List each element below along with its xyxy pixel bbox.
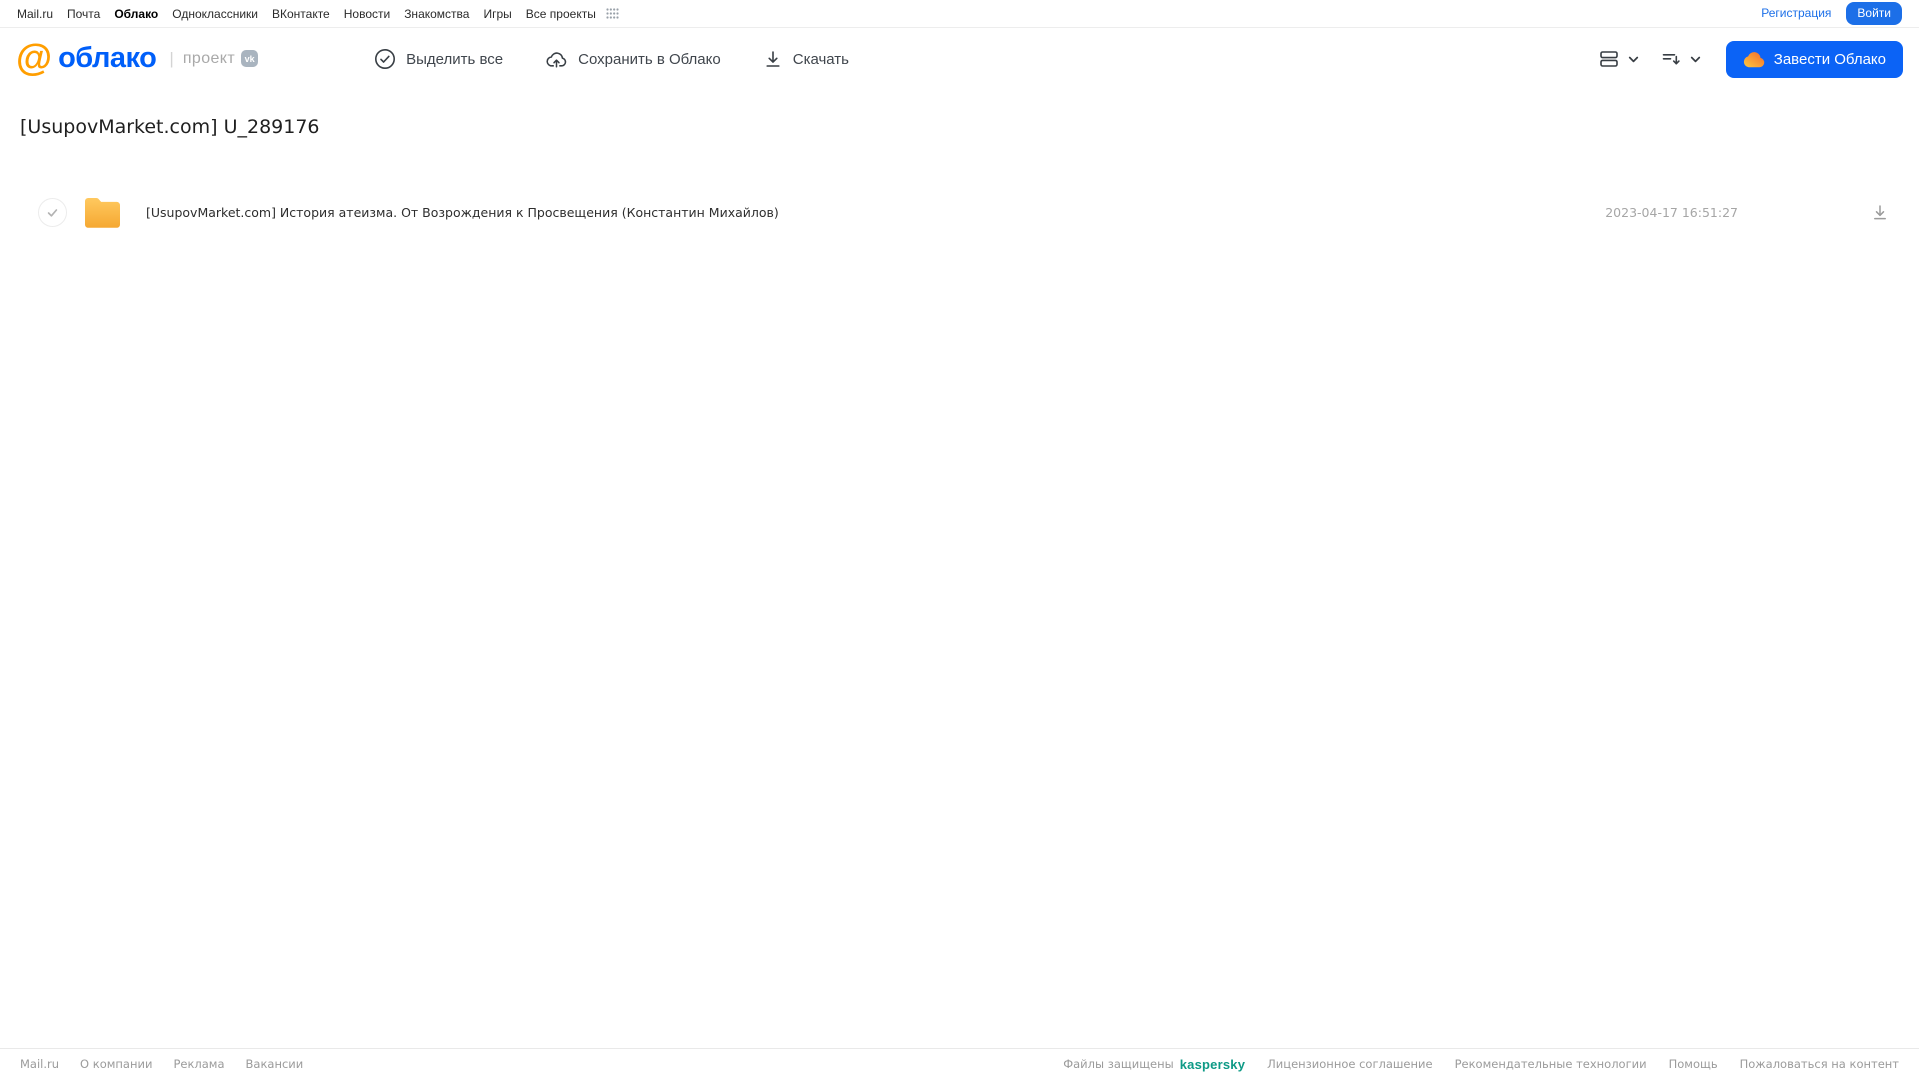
footer-link-ads[interactable]: Реклама (173, 1057, 224, 1071)
header-controls: Завести Облако (1598, 40, 1903, 78)
checkmark-icon (47, 208, 58, 217)
app-header: @ облако | проект vk Выделить все Сохран… (0, 28, 1919, 90)
download-label: Скачать (792, 50, 849, 68)
topnav-auth-area: Регистрация Войти (1761, 2, 1902, 25)
footer-link-about[interactable]: О компании (80, 1057, 152, 1071)
register-link[interactable]: Регистрация (1761, 6, 1831, 20)
topnav-link-mailru[interactable]: Mail.ru (17, 7, 53, 21)
view-mode-selector[interactable] (1598, 48, 1640, 70)
project-label: проект (182, 49, 236, 67)
sort-selector[interactable] (1660, 48, 1702, 70)
footer-link-recommendation-tech[interactable]: Рекомендательные технологии (1455, 1057, 1647, 1071)
cloud-icon (1743, 51, 1765, 68)
protected-by-label: Файлы защищены (1063, 1057, 1174, 1071)
kaspersky-logo[interactable]: kaspersky (1180, 1057, 1245, 1072)
save-to-cloud-button[interactable]: Сохранить в Облако (545, 48, 721, 71)
portal-navigation: Mail.ru Почта Облако Одноклассники ВКонт… (0, 0, 1919, 28)
cloud-upload-icon (545, 48, 568, 71)
file-list: [UsupovMarket.com] История атеизма. От В… (0, 188, 1919, 236)
cloud-logo[interactable]: @ облако | проект vk (16, 37, 259, 79)
download-button[interactable]: Скачать (763, 49, 849, 69)
chevron-down-icon (1627, 53, 1640, 66)
footer-left-links: Mail.ru О компании Реклама Вакансии (20, 1057, 303, 1071)
topnav-link-novosti[interactable]: Новости (344, 7, 390, 21)
row-download-icon[interactable] (1870, 202, 1890, 222)
topnav-link-odnoklassniki[interactable]: Одноклассники (172, 7, 258, 21)
main-content: [UsupovMarket.com] U_289176 [UsupovMarke… (0, 116, 1919, 236)
file-modified-date: 2023-04-17 16:51:27 (1605, 204, 1738, 220)
list-view-icon (1598, 48, 1620, 70)
logo-divider: | (169, 48, 174, 68)
select-all-button[interactable]: Выделить все (374, 48, 503, 70)
topnav-link-all-projects[interactable]: Все проекты (526, 7, 596, 21)
topnav-link-igry[interactable]: Игры (483, 7, 511, 21)
footer-link-license[interactable]: Лицензионное соглашение (1267, 1057, 1432, 1071)
file-name: [UsupovMarket.com] История атеизма. От В… (146, 204, 779, 220)
footer-link-mailru[interactable]: Mail.ru (20, 1057, 59, 1071)
footer-link-jobs[interactable]: Вакансии (246, 1057, 304, 1071)
save-to-cloud-label: Сохранить в Облако (578, 50, 721, 68)
get-cloud-button[interactable]: Завести Облако (1725, 40, 1903, 78)
footer-right-links: Файлы защищены kaspersky Лицензионное со… (1063, 1057, 1899, 1072)
topnav-link-oblako[interactable]: Облако (114, 7, 158, 21)
select-all-label: Выделить все (406, 50, 504, 68)
kaspersky-protection: Файлы защищены kaspersky (1063, 1057, 1245, 1072)
topnav-link-vkontakte[interactable]: ВКонтакте (272, 7, 330, 21)
footer: Mail.ru О компании Реклама Вакансии Файл… (0, 1048, 1919, 1079)
topnav-link-znakomstva[interactable]: Знакомства (404, 7, 469, 21)
download-icon (763, 49, 783, 69)
footer-link-report-content[interactable]: Пожаловаться на контент (1740, 1057, 1899, 1071)
mailru-at-icon: @ (16, 37, 53, 79)
vk-icon: vk (241, 50, 259, 68)
page-title: [UsupovMarket.com] U_289176 (20, 116, 320, 138)
folder-icon (82, 194, 123, 231)
row-checkbox[interactable] (38, 197, 67, 227)
chevron-down-icon (1689, 53, 1702, 66)
check-circle-icon (374, 48, 396, 70)
login-button[interactable]: Войти (1846, 2, 1902, 25)
logo-wordmark: облако (58, 42, 157, 75)
get-cloud-label: Завести Облако (1773, 50, 1886, 68)
footer-link-help[interactable]: Помощь (1669, 1057, 1718, 1071)
sort-icon (1660, 48, 1682, 70)
file-row[interactable]: [UsupovMarket.com] История атеизма. От В… (0, 188, 1919, 236)
file-toolbar: Выделить все Сохранить в Облако Скачать (374, 48, 849, 71)
topnav-link-pochta[interactable]: Почта (67, 7, 100, 21)
all-projects-grid-icon[interactable] (606, 8, 619, 19)
